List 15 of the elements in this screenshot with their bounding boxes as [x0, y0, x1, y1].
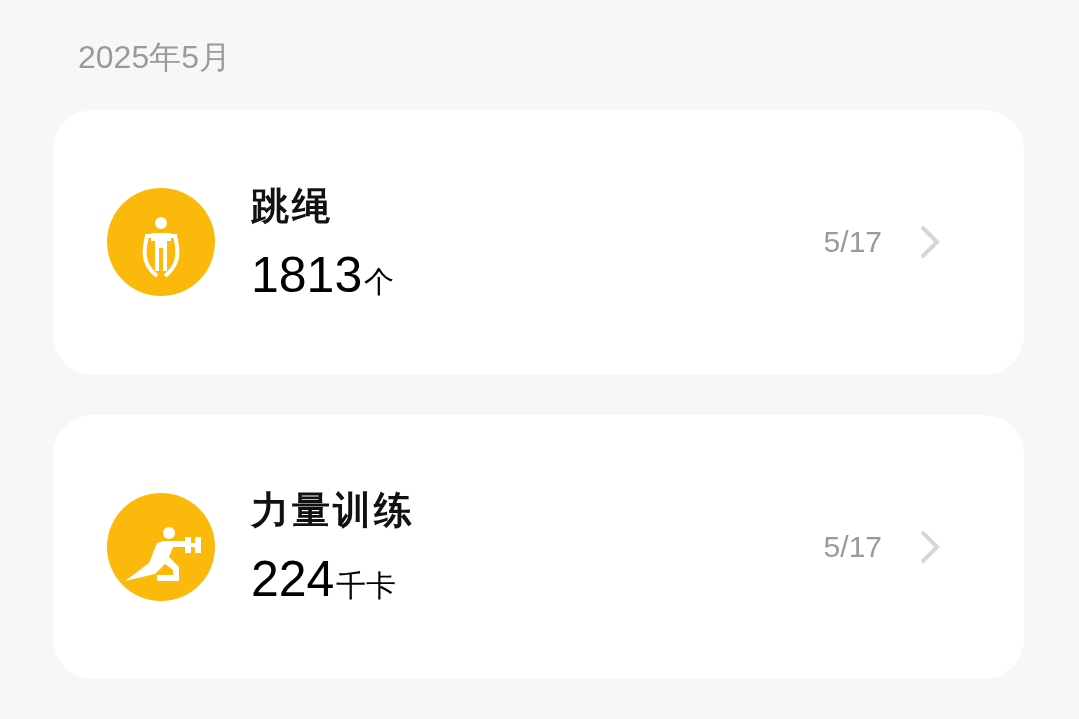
chevron-right-icon [920, 225, 940, 260]
workout-unit: 个 [364, 262, 395, 301]
workout-value: 224 [251, 550, 335, 609]
workout-unit: 千卡 [336, 567, 397, 606]
chevron-right-icon [920, 529, 940, 564]
month-heading: 2025年5月 [78, 38, 232, 77]
workout-date: 5/17 [823, 225, 882, 260]
weightlifting-icon [107, 492, 215, 601]
workout-card[interactable]: 跳绳 1813个 5/17 [53, 110, 1024, 375]
jump-rope-icon [107, 188, 215, 297]
workout-title: 力量训练 [251, 487, 416, 535]
workout-title: 跳绳 [251, 182, 334, 230]
workout-date: 5/17 [823, 529, 882, 564]
workout-card[interactable]: 力量训练 224千卡 5/17 [53, 414, 1024, 679]
workout-value: 1813 [251, 245, 363, 304]
